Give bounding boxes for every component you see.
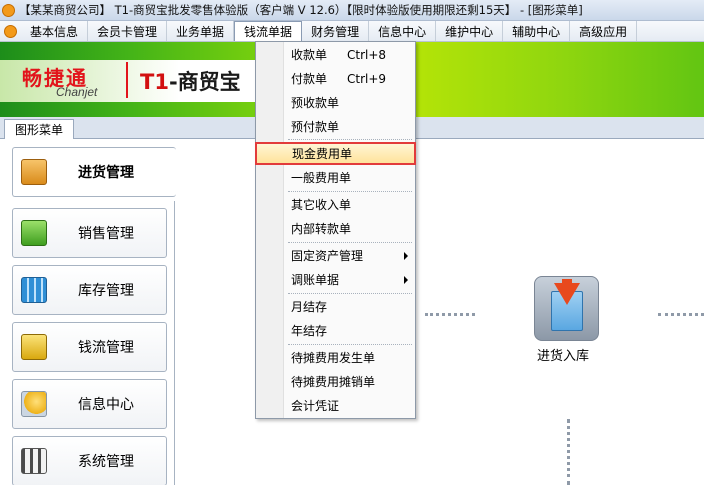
brand-logo: 畅捷通 Chanjet T1-商贸宝 [0,60,256,102]
settings-sliders-icon [21,448,47,474]
menu-item-receipt[interactable]: 收款单 Ctrl+8 [257,43,414,66]
shopping-basket-icon [21,220,47,246]
nav-cashflow-label: 钱流管理 [78,340,134,356]
app-menu-icon[interactable] [4,25,17,38]
menu-item-month-close[interactable]: 月结存 [257,295,414,318]
flow-connector-left [425,313,475,316]
flow-connector-down [567,419,570,485]
product-t1: T1 [140,70,169,94]
brand-name-en: Chanjet [56,85,98,99]
purchase-register-icon [21,159,47,185]
nav-sales-label: 销售管理 [78,226,134,242]
nav-cashflow[interactable]: 钱流管理 [12,322,167,372]
menu-separator [288,191,412,192]
product-name-rest: -商贸宝 [168,70,241,94]
money-flow-icon [21,334,47,360]
menu-item-payment-label: 付款单 [291,72,328,86]
menu-finance[interactable]: 财务管理 [302,21,370,41]
nav-purchase[interactable]: 进货管理 [12,147,176,197]
window-title: 【某某商贸公司】 T1-商贸宝批发零售体验版（客户端 V 12.6）【限时体验版… [19,3,583,17]
nav-panel-border [174,201,175,485]
menu-item-fixed-assets[interactable]: 固定资产管理 [257,244,414,267]
menu-separator [288,139,412,140]
title-bar: 【某某商贸公司】 T1-商贸宝批发零售体验版（客户端 V 12.6）【限时体验版… [0,0,704,21]
menu-separator [288,293,412,294]
nav-purchase-label: 进货管理 [78,165,134,181]
inventory-grid-icon [21,277,47,303]
product-name: T1-商贸宝 [140,66,241,96]
nav-system-label: 系统管理 [78,454,134,470]
menu-item-advance-payment[interactable]: 预付款单 [257,115,414,138]
menu-item-deferred-expense-occur[interactable]: 待摊费用发生单 [257,346,414,369]
brand-divider [126,62,128,98]
menu-bar: 基本信息 会员卡管理 业务单据 钱流单据 财务管理 信息中心 维护中心 辅助中心… [0,21,704,42]
menu-item-fixed-assets-label: 固定资产管理 [291,249,364,263]
submenu-arrow-icon [404,276,408,284]
nav-sales[interactable]: 销售管理 [12,208,167,258]
menu-item-adjustment-docs[interactable]: 调账单据 [257,268,414,291]
nav-inventory[interactable]: 库存管理 [12,265,167,315]
nav-inventory-label: 库存管理 [78,283,134,299]
menu-item-receipt-shortcut: Ctrl+8 [347,48,387,62]
menu-item-payment-shortcut: Ctrl+9 [347,72,387,86]
menu-member-card[interactable]: 会员卡管理 [88,21,168,41]
flow-connector-right [658,313,704,316]
menu-item-cash-expense[interactable]: 现金费用单 [255,142,416,165]
submenu-arrow-icon [404,252,408,260]
menu-auxiliary[interactable]: 辅助中心 [503,21,571,41]
app-logo-icon [2,3,15,17]
menu-item-accounting-voucher[interactable]: 会计凭证 [257,394,414,417]
menu-item-internal-transfer[interactable]: 内部转款单 [257,217,414,240]
menu-item-deferred-expense-amortize[interactable]: 待摊费用摊销单 [257,370,414,393]
menu-business-docs[interactable]: 业务单据 [167,21,235,41]
nav-info-center[interactable]: 信息中心 [12,379,167,429]
menu-item-receipt-label: 收款单 [291,48,328,62]
stock-in-arrow [554,283,580,305]
nav-info-center-label: 信息中心 [78,397,134,413]
stock-in-icon[interactable] [534,276,599,341]
menu-advanced[interactable]: 高级应用 [570,21,638,41]
menu-item-payment[interactable]: 付款单 Ctrl+9 [257,67,414,90]
nav-system[interactable]: 系统管理 [12,436,167,485]
stock-in-label[interactable]: 进货入库 [537,345,589,364]
info-bulb-icon [21,391,47,417]
menu-item-general-expense[interactable]: 一般费用单 [257,166,414,189]
menu-item-advance-receipt[interactable]: 预收款单 [257,91,414,114]
menu-info-center[interactable]: 信息中心 [369,21,437,41]
menu-cashflow-docs[interactable]: 钱流单据 [234,21,303,41]
tab-graphic-menu[interactable]: 图形菜单 [4,119,75,139]
menu-item-other-income[interactable]: 其它收入单 [257,193,414,216]
menu-item-adjustment-docs-label: 调账单据 [291,273,340,287]
menu-separator [288,344,412,345]
menu-item-year-close[interactable]: 年结存 [257,319,414,342]
cashflow-docs-dropdown: 收款单 Ctrl+8 付款单 Ctrl+9 预收款单 预付款单 现金费用单 一般… [255,41,416,419]
menu-maintenance[interactable]: 维护中心 [436,21,504,41]
menu-basic-info[interactable]: 基本信息 [21,21,89,41]
menu-separator [288,242,412,243]
